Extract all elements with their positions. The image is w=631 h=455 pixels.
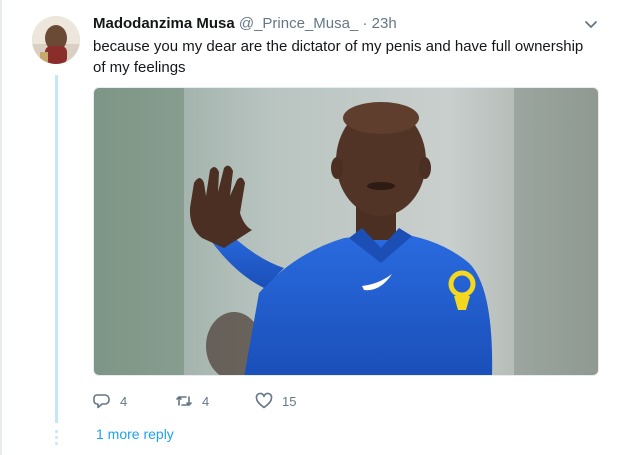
header-separator: · xyxy=(362,15,368,32)
display-name[interactable]: Madodanzima Musa xyxy=(93,15,235,32)
more-replies-link[interactable]: 1 more reply xyxy=(96,426,174,442)
timeline-border xyxy=(0,0,2,455)
like-button[interactable]: 15 xyxy=(255,390,296,412)
retweet-icon xyxy=(176,396,192,406)
caret-down-icon[interactable] xyxy=(583,16,599,32)
like-icon xyxy=(255,392,273,409)
retweet-count: 4 xyxy=(202,393,210,409)
tweet-header: Madodanzima Musa @_Prince_Musa_ · 23h xyxy=(93,14,397,34)
user-handle[interactable]: @_Prince_Musa_ xyxy=(239,15,358,32)
avatar[interactable] xyxy=(32,16,80,64)
tweet-timestamp[interactable]: 23h xyxy=(372,15,397,32)
tweet-text: because you my dear are the dictator of … xyxy=(93,38,584,76)
thread-connector-line xyxy=(55,75,58,423)
like-count: 15 xyxy=(282,393,297,409)
reply-button[interactable]: 4 xyxy=(93,390,127,412)
retweet-button[interactable]: 4 xyxy=(175,390,209,412)
reply-icon xyxy=(93,394,110,409)
thread-ellipsis-dots xyxy=(52,430,62,446)
tweet-photo[interactable] xyxy=(93,87,599,376)
reply-count: 4 xyxy=(120,393,128,409)
